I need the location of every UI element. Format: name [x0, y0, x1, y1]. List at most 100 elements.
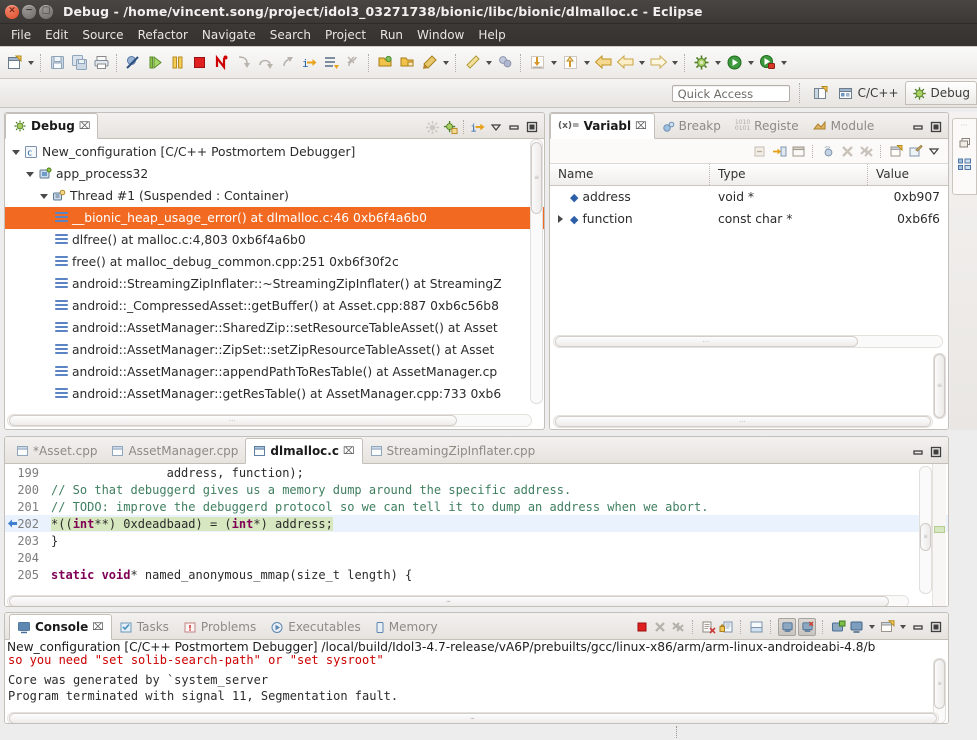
tab-executables[interactable]: Executables: [263, 615, 368, 639]
back-dropdown[interactable]: [636, 51, 647, 75]
scrollbar-thumb[interactable]: ⋯: [9, 713, 937, 723]
overview-ruler[interactable]: [932, 464, 946, 606]
debug-launch-button[interactable]: [690, 51, 712, 75]
tab-breakpoints[interactable]: Breakp: [655, 114, 728, 138]
tab-asset-cpp[interactable]: *Asset.cpp: [9, 439, 104, 463]
scrollbar-thumb[interactable]: ⋯: [555, 416, 931, 427]
expand-twisty-icon[interactable]: [554, 215, 567, 223]
scrollbar-thumb[interactable]: ≡: [934, 659, 945, 709]
terminate-button[interactable]: [188, 51, 210, 75]
view-menu-icon[interactable]: [926, 143, 942, 159]
download-button[interactable]: [526, 51, 548, 75]
drag-handle[interactable]: ⋯: [961, 122, 969, 129]
expand-twisty-icon[interactable]: [9, 150, 22, 155]
close-window-button[interactable]: ×: [5, 4, 19, 19]
external-tools-dropdown[interactable]: [778, 51, 789, 75]
edit-watch-icon[interactable]: [907, 143, 923, 159]
tab-assetmanager-cpp[interactable]: AssetManager.cpp: [104, 439, 245, 463]
clean-button[interactable]: [461, 51, 483, 75]
debug-view-vertical-scrollbar[interactable]: ≡: [530, 139, 543, 404]
tree-row-stack-frame[interactable]: android::AssetManager::ZipSet::setZipRes…: [5, 339, 544, 361]
tree-row-stack-frame[interactable]: android::AssetManager::SharedZip::setRes…: [5, 317, 544, 339]
relaunch-icon[interactable]: [442, 119, 458, 135]
minimize-window-button[interactable]: −: [22, 4, 36, 19]
close-icon[interactable]: ⌧: [343, 446, 355, 457]
menu-file[interactable]: File: [4, 27, 38, 43]
tab-tasks[interactable]: Tasks: [112, 615, 176, 639]
tab-variables[interactable]: (x)= Variabl ⌧: [550, 113, 655, 139]
tab-debug[interactable]: Debug ⌧: [5, 113, 99, 139]
run-external-tools-button[interactable]: [756, 51, 778, 75]
tab-modules[interactable]: Module: [806, 114, 882, 138]
open-perspective-button[interactable]: [810, 81, 832, 105]
source-editor[interactable]: 199 address, function); 200 // So that d…: [5, 464, 948, 606]
tab-registers[interactable]: 1010 0101 Registe: [728, 114, 806, 138]
open-console-icon[interactable]: [879, 619, 895, 635]
upload-dropdown[interactable]: [581, 51, 592, 75]
scrollbar-thumb[interactable]: ≡: [531, 142, 542, 214]
new-wizard-button[interactable]: [3, 51, 25, 75]
run-launch-button[interactable]: [723, 51, 745, 75]
outline-view-icon[interactable]: [957, 156, 973, 172]
table-row[interactable]: ◆ function const char * 0xb6f6: [550, 208, 948, 230]
use-step-filters-button[interactable]: [342, 51, 364, 75]
lock-scroll-icon[interactable]: [718, 619, 734, 635]
download-dropdown[interactable]: [548, 51, 559, 75]
perspective-cpp[interactable]: C/C++: [832, 82, 905, 104]
debug-view-horizontal-scrollbar[interactable]: ⋯: [7, 414, 532, 427]
variable-detail-vertical-scrollbar[interactable]: ≡: [933, 353, 946, 419]
open-type-button[interactable]: [374, 51, 396, 75]
table-row[interactable]: ◆ address void * 0xb907: [550, 186, 948, 208]
cast-icon[interactable]: <>: [820, 143, 836, 159]
upload-button[interactable]: [559, 51, 581, 75]
menu-edit[interactable]: Edit: [38, 27, 75, 43]
show-console-on-output-icon[interactable]: [778, 618, 796, 636]
tab-problems[interactable]: Problems: [176, 615, 263, 639]
clear-console-icon[interactable]: [700, 619, 716, 635]
restore-view-icon[interactable]: [957, 135, 973, 151]
resume-button[interactable]: [144, 51, 166, 75]
step-return-button[interactable]: [276, 51, 298, 75]
console-output[interactable]: New_configuration [C/C++ Postmortem Debu…: [5, 640, 948, 723]
tab-dlmalloc-c[interactable]: dlmalloc.c ⌧: [245, 438, 363, 464]
step-into-button[interactable]: [232, 51, 254, 75]
tree-row-stack-frame[interactable]: android::StreamingZipInflater::~Streamin…: [5, 273, 544, 295]
layout-icon[interactable]: [790, 143, 806, 159]
remove-all-icon[interactable]: [858, 143, 874, 159]
open-console-dropdown[interactable]: [897, 619, 908, 635]
close-icon[interactable]: ⌧: [79, 121, 91, 132]
remove-all-terminated-icon[interactable]: [670, 619, 686, 635]
forward-button[interactable]: [647, 51, 669, 75]
menu-window[interactable]: Window: [410, 27, 471, 43]
variable-detail-horizontal-scrollbar[interactable]: ⋯: [553, 415, 933, 428]
variables-table-horizontal-scrollbar[interactable]: ⋯: [553, 335, 943, 348]
menu-navigate[interactable]: Navigate: [195, 27, 263, 43]
maximize-window-button[interactable]: □: [39, 4, 53, 19]
run-dropdown[interactable]: [745, 51, 756, 75]
collapse-all-icon[interactable]: [752, 143, 768, 159]
expand-twisty-icon[interactable]: [37, 194, 50, 199]
tree-row-stack-frame[interactable]: android::AssetManager::appendPathToResTa…: [5, 361, 544, 383]
debug-stack-tree[interactable]: c New_configuration [C/C++ Postmortem De…: [5, 139, 544, 405]
tab-console[interactable]: Console ⌧: [9, 614, 112, 640]
column-header-type[interactable]: Type: [710, 164, 868, 185]
close-icon[interactable]: ⌧: [635, 121, 647, 132]
tree-row-stack-frame[interactable]: free() at malloc_debug_common.cpp:251 0x…: [5, 251, 544, 273]
new-console-view-icon[interactable]: [830, 619, 846, 635]
scrollbar-thumb[interactable]: ⋯: [9, 596, 889, 606]
debug-dropdown[interactable]: [712, 51, 723, 75]
disconnect-icon[interactable]: [424, 119, 440, 135]
tree-row-stack-frame[interactable]: __bionic_heap_usage_error() at dlmalloc.…: [5, 207, 544, 229]
expand-twisty-icon[interactable]: [23, 172, 36, 177]
save-all-button[interactable]: [68, 51, 90, 75]
minimize-icon[interactable]: [506, 119, 522, 135]
column-header-name[interactable]: Name: [550, 164, 710, 185]
scrollbar-thumb[interactable]: ≡: [920, 523, 931, 551]
instruction-stepping-button[interactable]: i: [298, 51, 320, 75]
tab-memory[interactable]: Memory: [368, 615, 445, 639]
menu-refactor[interactable]: Refactor: [131, 27, 195, 43]
editor-vertical-scrollbar[interactable]: ≡: [919, 466, 932, 594]
open-element-button[interactable]: [396, 51, 418, 75]
menu-help[interactable]: Help: [471, 27, 512, 43]
clean-dropdown[interactable]: [483, 51, 494, 75]
